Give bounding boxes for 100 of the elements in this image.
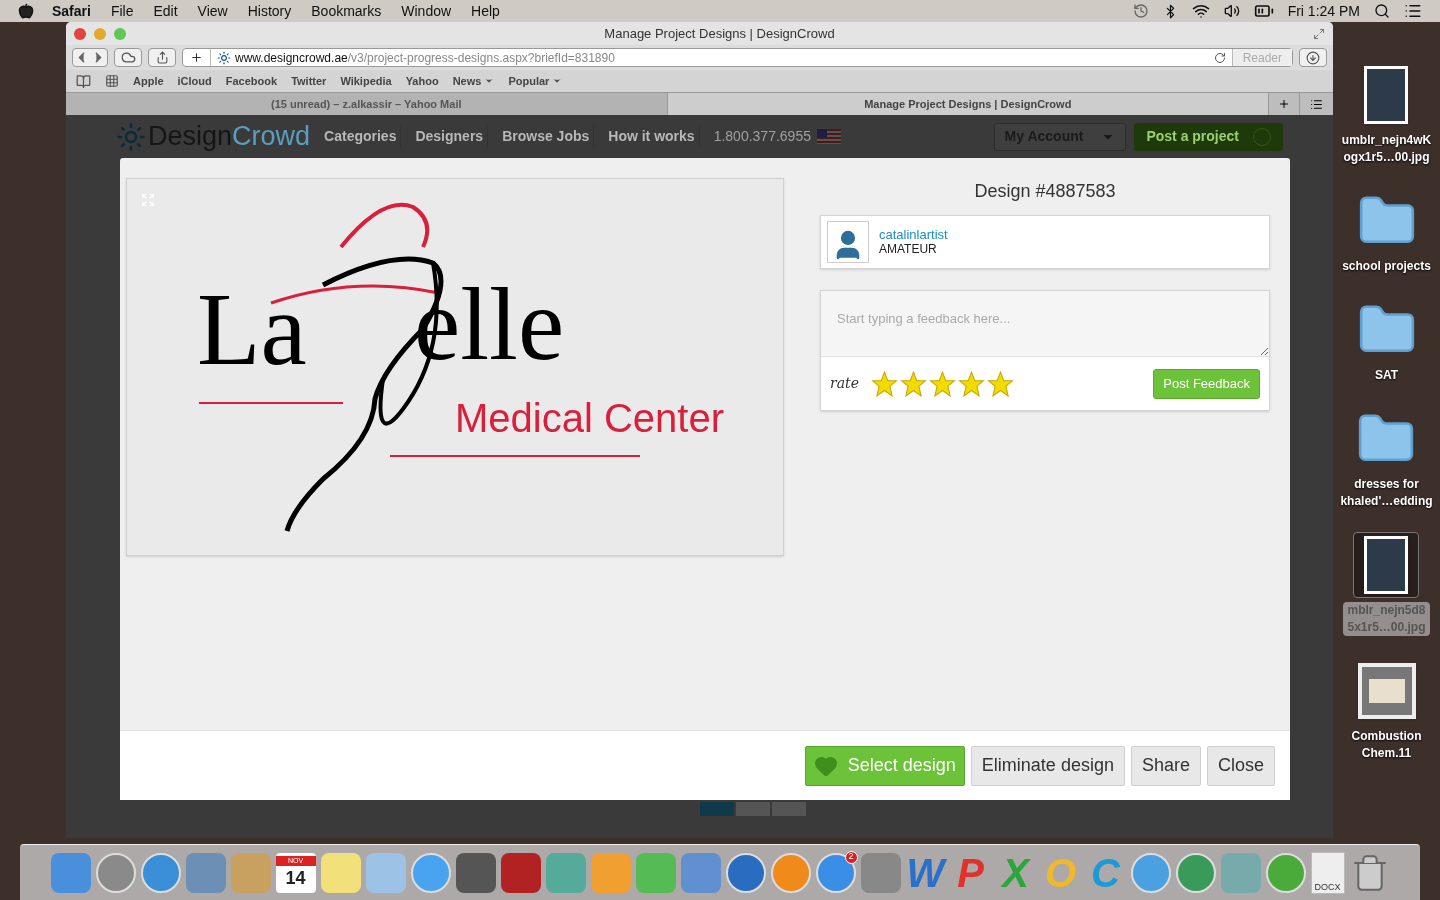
- post-project-button[interactable]: Post a project: [1134, 122, 1283, 151]
- share-button[interactable]: [148, 48, 176, 67]
- url-path: /v3/project-progress-designs.aspx?briefId=831890: [347, 49, 615, 67]
- downloads-button[interactable]: [1299, 48, 1327, 67]
- app-icon[interactable]: [1130, 852, 1171, 893]
- file-label: Combustion: [1351, 728, 1422, 745]
- app-icon[interactable]: [410, 852, 451, 893]
- close-button[interactable]: [74, 27, 86, 40]
- app-icon[interactable]: [95, 852, 136, 893]
- nav-link[interactable]: How it works: [604, 126, 700, 147]
- image-thumbnail[interactable]: [1364, 66, 1409, 124]
- rate-label: rate: [830, 374, 859, 393]
- action-button[interactable]: Share: [1130, 745, 1201, 786]
- apple-icon[interactable]: [18, 3, 34, 19]
- top-sites-icon[interactable]: [105, 74, 119, 88]
- menu-item[interactable]: Bookmarks: [311, 0, 382, 22]
- app-icon[interactable]: [455, 852, 496, 893]
- site-favicon: [217, 50, 231, 65]
- nav-link[interactable]: Designers: [411, 126, 489, 147]
- file-label: mblr_nejn5d8: [1347, 602, 1426, 619]
- star-icon[interactable]: [986, 370, 1014, 397]
- star-icon[interactable]: [928, 370, 956, 397]
- app-icon[interactable]: [1175, 852, 1216, 893]
- designer-name[interactable]: catalinlartist: [879, 227, 948, 242]
- address-bar[interactable]: www.designcrowd.ae/v3/project-progress-designs.aspx?briefId=831890 Reader: [182, 48, 1293, 67]
- nav-link[interactable]: Browse Jobs: [498, 126, 595, 147]
- add-icon: [1278, 98, 1290, 110]
- notification-badge: 2: [844, 850, 858, 864]
- cloud-icon: [120, 50, 136, 65]
- reload-icon[interactable]: [1213, 51, 1226, 64]
- document-thumbnail[interactable]: [1357, 663, 1416, 719]
- file-label: khaled'…edding: [1340, 493, 1433, 510]
- nav-link[interactable]: Categories: [320, 126, 402, 147]
- menu-item[interactable]: Window: [401, 0, 452, 22]
- calendar-day: 14: [285, 865, 306, 890]
- page-preview: [1368, 679, 1405, 703]
- bookmark-link[interactable]: Popular: [508, 72, 563, 90]
- minimize-button[interactable]: [94, 27, 106, 40]
- file-label: dresses for: [1353, 476, 1420, 493]
- back-forward-control[interactable]: [72, 48, 108, 67]
- menu-item[interactable]: Help: [471, 0, 500, 22]
- zoom-button[interactable]: [114, 27, 126, 40]
- app-icon[interactable]: [725, 852, 766, 893]
- bookmark-link[interactable]: Apple: [133, 72, 164, 90]
- file-label: 5x1r5…00.jpg: [1347, 619, 1426, 636]
- download-icon: [1306, 50, 1320, 65]
- app-icon[interactable]: [500, 852, 541, 893]
- star-icon[interactable]: [899, 370, 927, 397]
- star-icon[interactable]: [957, 370, 985, 397]
- app-icon[interactable]: [1265, 852, 1306, 893]
- bookmark-link[interactable]: Yahoo: [405, 72, 439, 90]
- menu-item[interactable]: History: [247, 0, 292, 22]
- menu-item[interactable]: Edit: [153, 0, 178, 22]
- history-icon[interactable]: [1132, 3, 1149, 19]
- file-label: ogx1r5…00.jpg: [1342, 149, 1431, 166]
- window-title: Manage Project Designs | DesignCrowd: [604, 24, 835, 43]
- bookmark-link[interactable]: Facebook: [225, 72, 278, 90]
- bookmark-link[interactable]: News: [452, 72, 495, 90]
- image-thumbnail[interactable]: [1364, 536, 1409, 594]
- list-icon: [1310, 97, 1323, 111]
- menu-item[interactable]: View: [197, 0, 228, 22]
- file-label: school projects: [1342, 258, 1431, 275]
- file-label: SAT: [1374, 367, 1399, 384]
- share-icon: [155, 51, 169, 64]
- bookmark-link[interactable]: iCloud: [177, 72, 212, 90]
- browser-tab[interactable]: (15 unread) – z.alkassir – Yahoo Mail: [66, 93, 668, 115]
- phone-number: 1.800.377.6955: [713, 127, 811, 146]
- document-icon[interactable]: DOCX: [1310, 851, 1345, 894]
- bookmarks-icon[interactable]: [76, 73, 91, 89]
- feedback-field[interactable]: Start typing a feedback here...: [821, 291, 1269, 357]
- design-title: Design #4887583: [974, 180, 1116, 203]
- app-menu[interactable]: Safari: [52, 0, 91, 22]
- app-icon[interactable]: [320, 852, 361, 893]
- app-icon[interactable]: [140, 852, 181, 893]
- star-rating[interactable]: [870, 370, 1014, 397]
- action-button[interactable]: Eliminate design: [970, 745, 1125, 786]
- menu-item[interactable]: File: [110, 0, 134, 22]
- designer-level: AMATEUR: [879, 242, 938, 257]
- add-icon[interactable]: [190, 51, 203, 64]
- file-label: Chem.11: [1360, 745, 1413, 762]
- app-icon[interactable]: [770, 852, 811, 893]
- browser-tab[interactable]: Manage Project Designs | DesignCrowd: [667, 93, 1269, 115]
- bookmark-link[interactable]: Wikipedia: [340, 72, 392, 90]
- caret-icon: [552, 76, 563, 86]
- logo-tagline: Medical Center: [455, 395, 724, 441]
- flag-icon: [816, 129, 841, 144]
- app-icon[interactable]: 2: [815, 852, 856, 893]
- wifi-icon[interactable]: [1191, 2, 1210, 20]
- star-icon[interactable]: [870, 370, 898, 397]
- clock[interactable]: Fri 1:24 PM: [1287, 0, 1360, 22]
- fullscreen-icon[interactable]: [1313, 27, 1325, 40]
- icloud-button[interactable]: [114, 48, 142, 67]
- site-logo-icon: [116, 121, 146, 152]
- bookmark-link[interactable]: Twitter: [291, 72, 327, 90]
- search-icon[interactable]: [1374, 3, 1390, 19]
- list-icon[interactable]: [1404, 2, 1422, 20]
- volume-icon[interactable]: [1223, 3, 1240, 19]
- url-domain: www.designcrowd.ae: [235, 49, 348, 67]
- action-button[interactable]: Close: [1206, 745, 1275, 786]
- logo-word: La: [197, 270, 307, 388]
